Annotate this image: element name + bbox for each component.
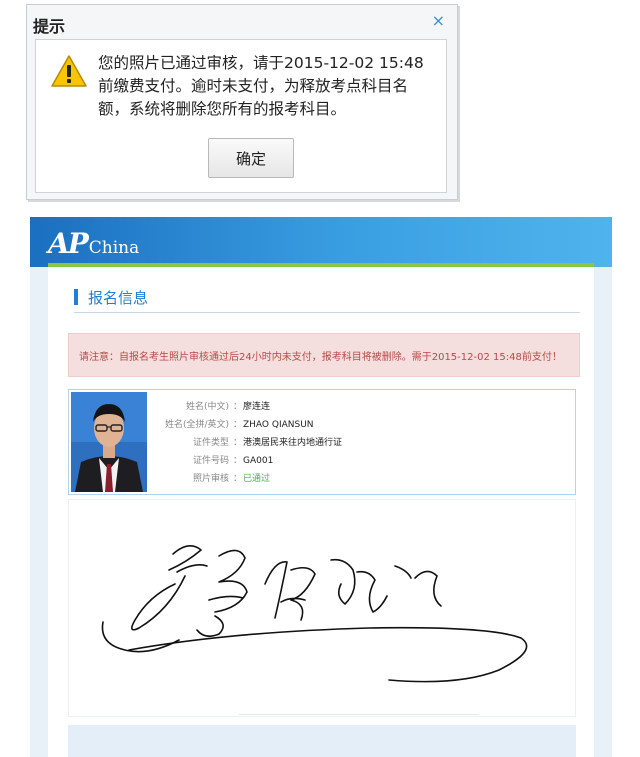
footer-band bbox=[68, 725, 576, 757]
ap-china-logo: AP China bbox=[48, 227, 139, 260]
dialog-body: 您的照片已通过审核，请于2015-12-02 15:48前缴费支付。逾时未支付，… bbox=[35, 39, 447, 193]
warning-icon bbox=[51, 55, 87, 87]
info-row-photo-review: 照片审核 ： 已通过 bbox=[153, 470, 342, 488]
info-row-id-type: 证件类型 ： 港澳居民来往内地通行证 bbox=[153, 434, 342, 452]
field-label: 姓名(中文) bbox=[185, 402, 229, 412]
dialog-title: 提示 bbox=[33, 17, 66, 36]
field-value: GA001 bbox=[243, 456, 274, 466]
section-title: 报名信息 bbox=[88, 289, 149, 307]
handwritten-signature bbox=[101, 545, 528, 683]
field-value: 廖连连 bbox=[243, 402, 271, 412]
applicant-photo bbox=[71, 392, 147, 492]
dialog-message: 您的照片已通过审核，请于2015-12-02 15:48前缴费支付。逾时未支付，… bbox=[98, 54, 424, 118]
field-value: ZHAO QIANSUN bbox=[243, 420, 314, 430]
payment-notice: 请注意：自报名考生照片审核通过后24小时内未支付，报考科目将被删除。需于2015… bbox=[68, 333, 580, 377]
app-window: AP China 报名信息 请注意：自报名考生照片审核通过后24小时内未支付，报考… bbox=[30, 217, 612, 757]
photo-status-badge: 已通过 bbox=[243, 474, 271, 484]
info-row-name-cn: 姓名(中文) ： 廖连连 bbox=[153, 398, 342, 416]
applicant-fields: 姓名(中文) ： 廖连连 姓名(全拼/英文) ： ZHAO QIANSUN 证件… bbox=[153, 398, 342, 488]
field-label: 证件号码 bbox=[192, 456, 229, 466]
section-header: 报名信息 bbox=[74, 287, 580, 313]
close-icon[interactable]: × bbox=[432, 11, 445, 30]
confirm-button[interactable]: 确定 bbox=[208, 138, 294, 178]
field-value: 港澳居民来往内地通行证 bbox=[243, 438, 343, 448]
logo-china-text: China bbox=[88, 238, 140, 258]
app-header: AP China bbox=[30, 217, 612, 267]
applicant-info-card: 姓名(中文) ： 廖连连 姓名(全拼/英文) ： ZHAO QIANSUN 证件… bbox=[68, 389, 576, 495]
section-marker bbox=[74, 289, 78, 305]
info-row-name-en: 姓名(全拼/英文) ： ZHAO QIANSUN bbox=[153, 416, 342, 434]
field-label: 照片审核 bbox=[192, 474, 229, 484]
signature-area bbox=[68, 499, 576, 717]
info-row-id-number: 证件号码 ： GA001 bbox=[153, 452, 342, 470]
logo-ap-text: AP bbox=[48, 227, 89, 260]
alert-dialog: 提示 × 您的照片已通过审核，请于2015-12-02 15:48前缴费支付。逾… bbox=[26, 4, 458, 200]
main-panel: 报名信息 请注意：自报名考生照片审核通过后24小时内未支付，报考科目将被删除。需… bbox=[48, 267, 594, 757]
field-label: 证件类型 bbox=[192, 438, 229, 448]
notice-text: 请注意：自报名考生照片审核通过后24小时内未支付，报考科目将被删除。需于2015… bbox=[79, 351, 562, 363]
field-label: 姓名(全拼/英文) bbox=[164, 420, 229, 430]
signature-divider bbox=[239, 714, 479, 715]
